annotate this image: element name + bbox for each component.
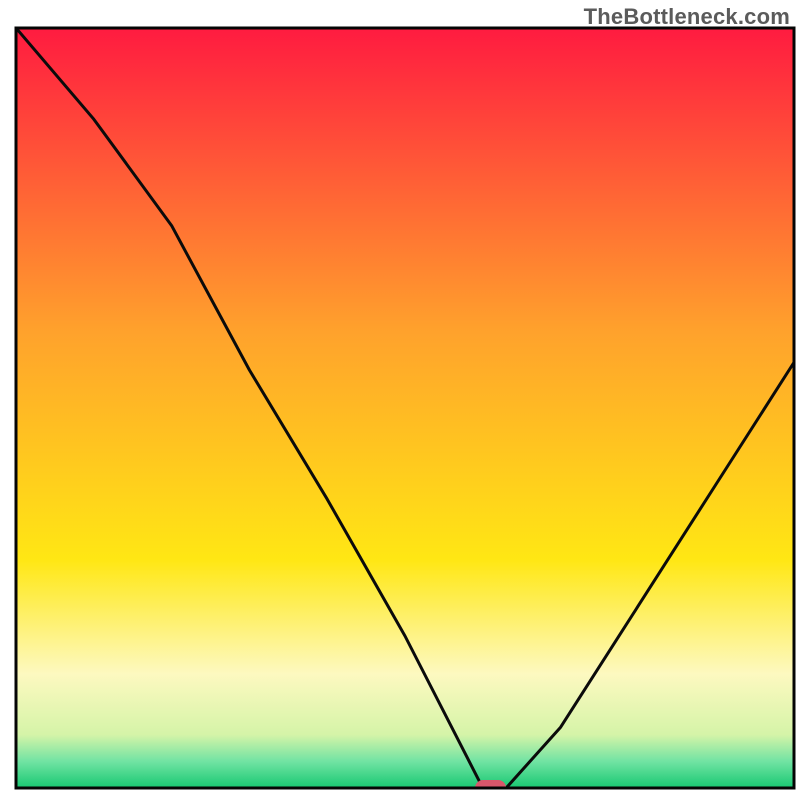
watermark-label: TheBottleneck.com <box>584 4 790 30</box>
bottleneck-chart <box>0 0 800 800</box>
chart-frame: TheBottleneck.com <box>0 0 800 800</box>
gradient-background <box>16 28 794 788</box>
